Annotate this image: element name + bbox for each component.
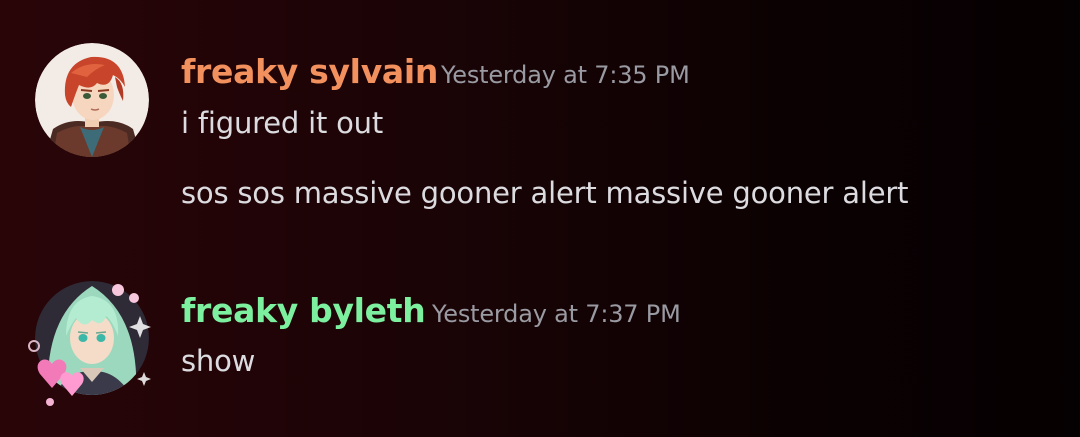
message-author[interactable]: freaky sylvain: [181, 52, 438, 91]
message-text: sos sos massive gooner alert massive goo…: [181, 176, 909, 210]
message-timestamp: Yesterday at 7:35 PM: [441, 61, 690, 89]
message-text: show: [181, 344, 256, 378]
red-haired-character-avatar-icon[interactable]: [35, 43, 149, 157]
green-haired-character-avatar-icon[interactable]: [22, 276, 156, 410]
message-text: i figured it out: [181, 106, 384, 140]
message-timestamp: Yesterday at 7:37 PM: [432, 300, 681, 328]
message-author[interactable]: freaky byleth: [181, 291, 426, 330]
